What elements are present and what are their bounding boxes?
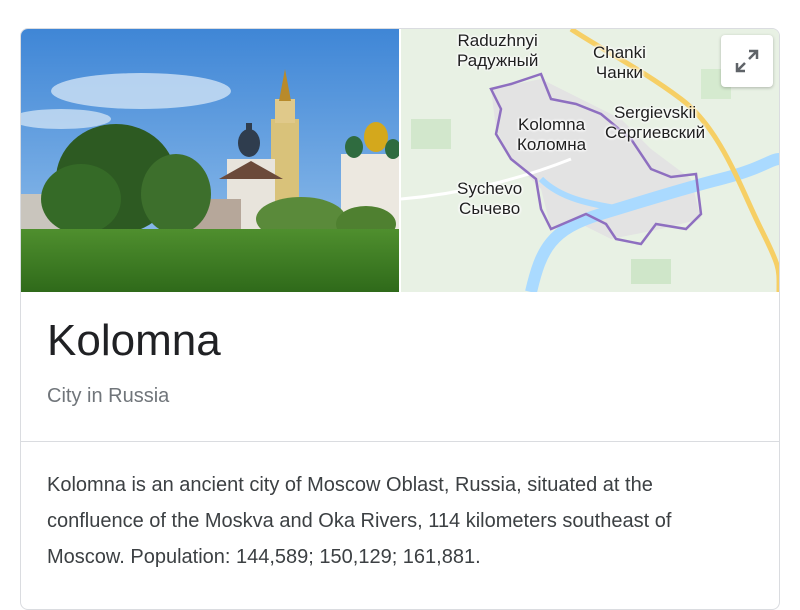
map-label-sergievskii: Sergievskii Сергиевский xyxy=(605,103,705,143)
entity-description: Kolomna is an ancient city of Moscow Obl… xyxy=(47,474,672,568)
map-label-chanki-latin: Chanki xyxy=(593,43,646,62)
city-photo[interactable] xyxy=(21,29,399,292)
expand-icon xyxy=(735,49,759,73)
map-label-sergievskii-cyrillic: Сергиевский xyxy=(605,123,706,142)
map-label-kolomna-latin: Kolomna xyxy=(517,115,586,134)
map-label-chanki: Chanki Чанки xyxy=(593,43,646,83)
entity-title: Kolomna xyxy=(47,316,221,365)
knowledge-panel-card: Raduzhnyi Радужный Chanki Чанки Sergievs… xyxy=(20,28,780,610)
map-label-kolomna: Kolomna Коломна xyxy=(517,115,586,155)
map-label-chanki-cyrillic: Чанки xyxy=(595,63,644,82)
map-label-sergievskii-latin: Sergievskii xyxy=(613,103,697,122)
map-label-kolomna-cyrillic: Коломна xyxy=(517,135,587,154)
media-row: Raduzhnyi Радужный Chanki Чанки Sergievs… xyxy=(21,29,779,292)
map-expand-button[interactable] xyxy=(721,35,773,87)
divider xyxy=(21,441,779,442)
map-label-sychevo: Sychevo Сычево xyxy=(457,179,522,219)
map-label-sychevo-latin: Sychevo xyxy=(457,179,523,198)
map-label-raduzhnyi-cyrillic: Радужный xyxy=(457,51,539,70)
map-label-sychevo-cyrillic: Сычево xyxy=(459,199,521,218)
entity-header: Kolomna City in Russia xyxy=(47,313,221,409)
map-label-raduzhnyi-latin: Raduzhnyi xyxy=(457,31,538,50)
map-label-raduzhnyi: Raduzhnyi Радужный xyxy=(457,31,538,71)
city-map[interactable]: Raduzhnyi Радужный Chanki Чанки Sergievs… xyxy=(401,29,779,292)
entity-subtitle: City in Russia xyxy=(47,385,170,407)
